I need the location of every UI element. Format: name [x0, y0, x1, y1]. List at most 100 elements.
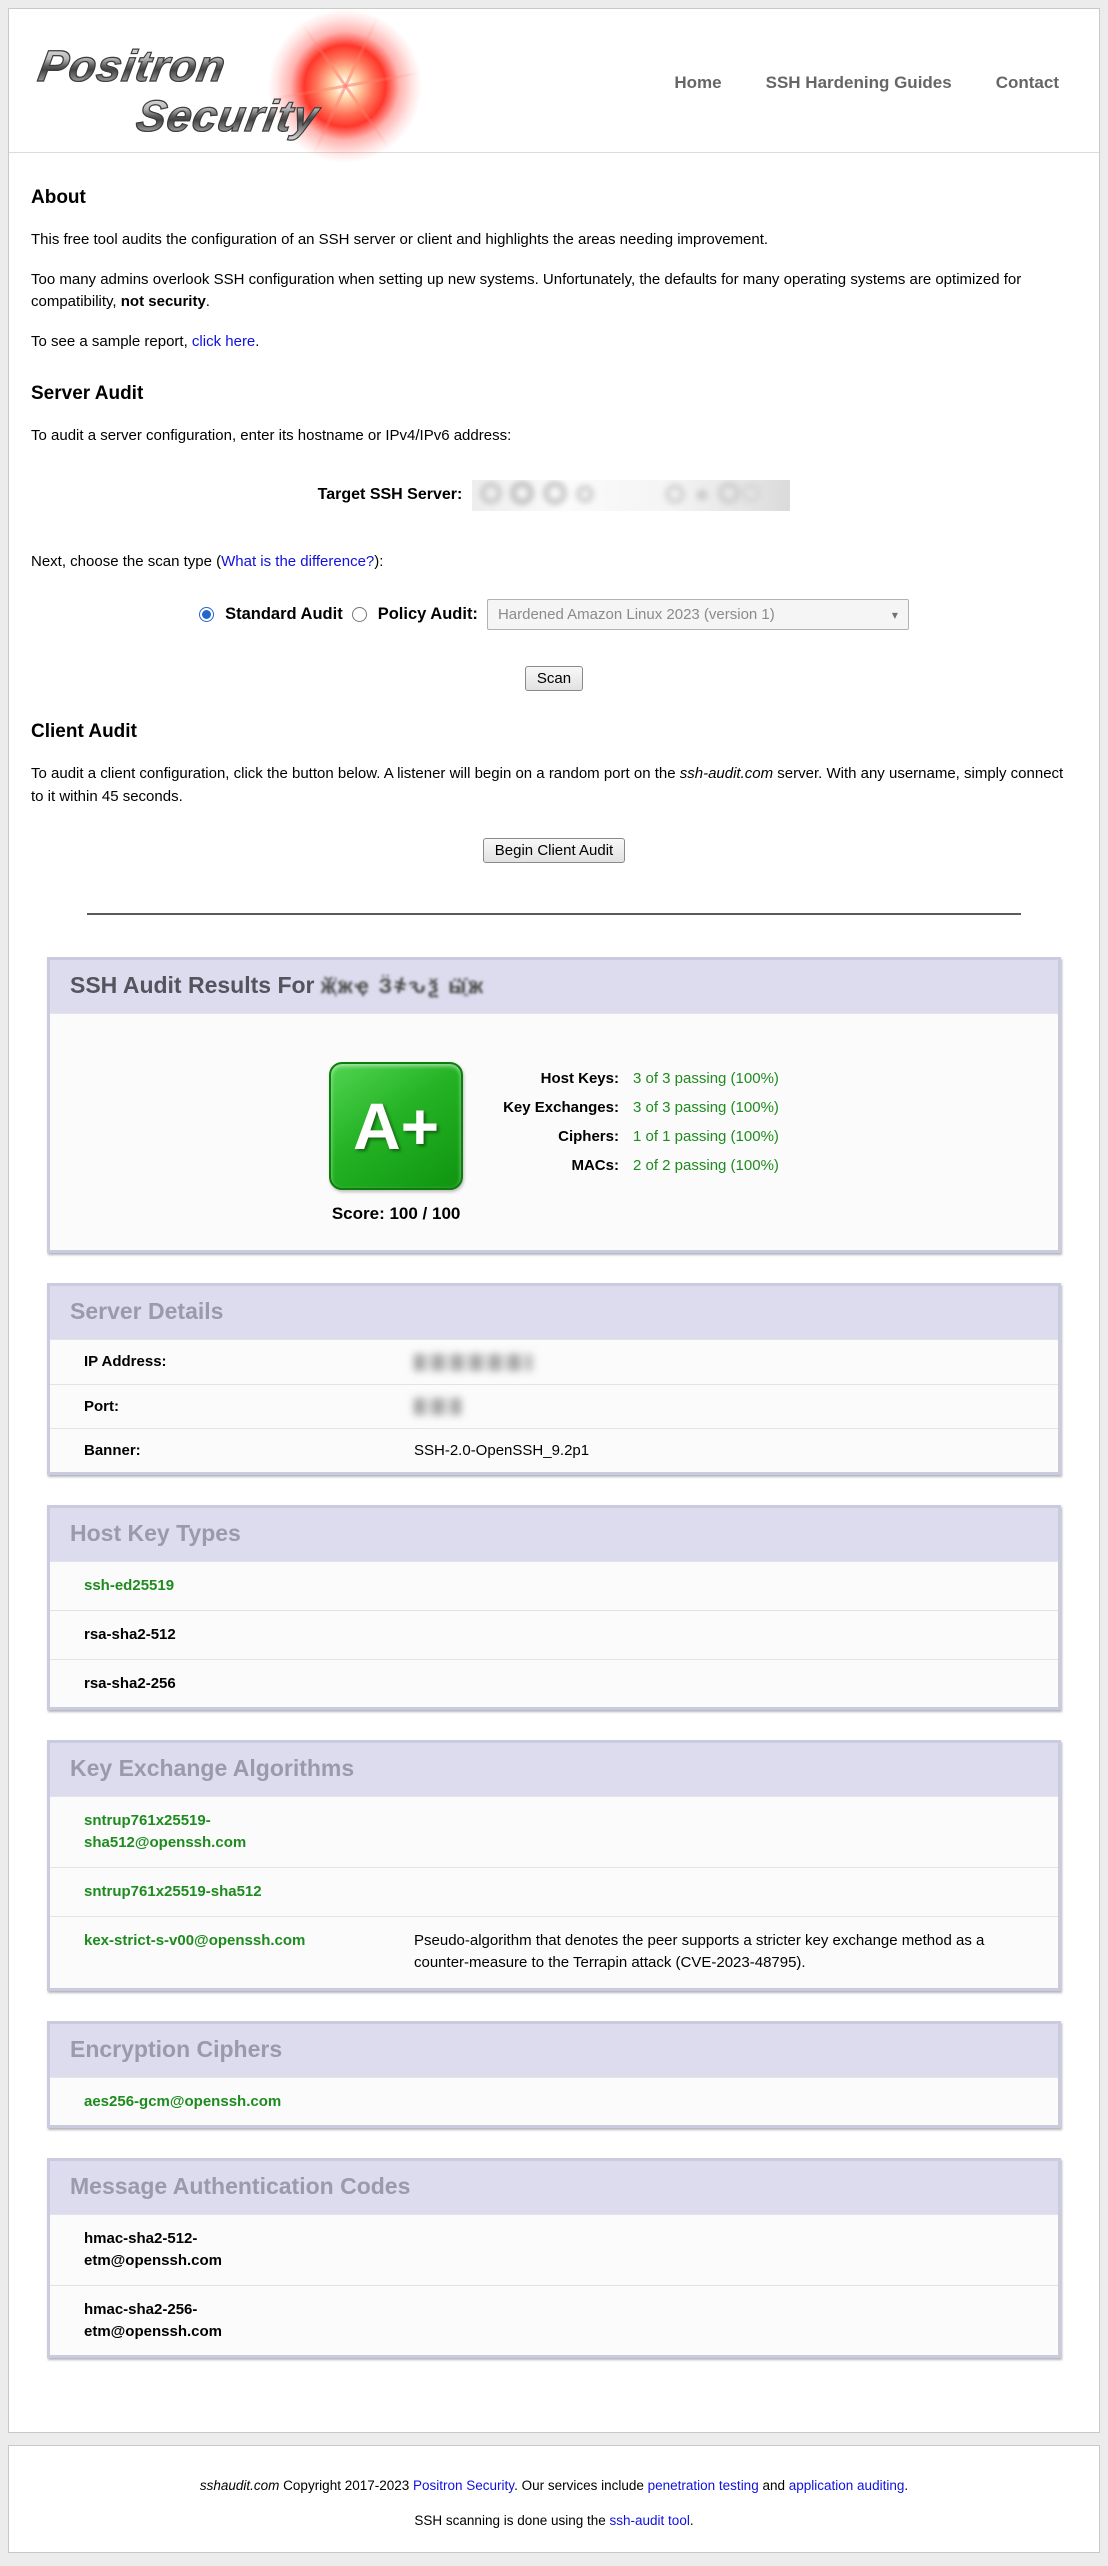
site-header: Positron Security Home SSH Hardening Gui… — [9, 9, 1099, 153]
ip-address-value — [414, 1353, 1036, 1371]
table-row: Banner: SSH-2.0-OpenSSH_9.2p1 — [50, 1428, 1058, 1472]
stat-label: MACs: — [503, 1151, 626, 1180]
stat-value: 2 of 2 passing (100%) — [626, 1151, 779, 1180]
target-server-label: Target SSH Server: — [318, 486, 463, 504]
host-key-name: rsa-sha2-512 — [84, 1624, 414, 1646]
about-paragraph-1: This free tool audits the configuration … — [31, 229, 1077, 252]
about-paragraph-2: Too many admins overlook SSH configurati… — [31, 269, 1077, 314]
site-footer: sshaudit.com Copyright 2017-2023 Positro… — [8, 2445, 1100, 2553]
results-panel-title: SSH Audit Results For ӂ҉жҿ Ӟ҂ԅѯ ӹ҈ж — [50, 960, 1058, 1013]
about-p2-bold: not security — [121, 293, 206, 310]
results-divider — [87, 913, 1021, 915]
stat-value: 1 of 1 passing (100%) — [626, 1122, 779, 1151]
redacted-port-value — [414, 1398, 461, 1415]
server-details-panel: Server Details IP Address: Port: Banner:… — [47, 1283, 1061, 1475]
table-row: IP Address: — [50, 1339, 1058, 1384]
footer-scanning-text: SSH scanning is done using the — [414, 2513, 609, 2528]
policy-select[interactable]: Hardened Amazon Linux 2023 (version 1) ▾ — [487, 599, 909, 630]
stat-value: 3 of 3 passing (100%) — [626, 1093, 779, 1122]
stat-row-key-exchanges: Key Exchanges: 3 of 3 passing (100%) — [503, 1093, 779, 1122]
footer-services-text: . Our services include — [514, 2478, 648, 2493]
scan-button[interactable]: Scan — [525, 666, 583, 691]
main-page: Positron Security Home SSH Hardening Gui… — [8, 8, 1100, 2433]
footer-line2-dot: . — [690, 2513, 694, 2528]
footer-sitename: sshaudit.com — [200, 2478, 280, 2493]
kex-algorithm-name: sntrup761x25519-sha512 — [84, 1881, 414, 1903]
banner-value: SSH-2.0-OpenSSH_9.2p1 — [414, 1442, 1036, 1459]
footer-penetration-testing-link[interactable]: penetration testing — [648, 2478, 759, 2493]
nav-home[interactable]: Home — [674, 73, 721, 93]
footer-copyright-text: Copyright 2017-2023 — [279, 2478, 413, 2493]
logo-text-security: Security — [133, 92, 323, 142]
mac-name: hmac-sha2-512- etm@openssh.com — [84, 2228, 414, 2272]
stat-label: Ciphers: — [503, 1122, 626, 1151]
stat-value: 3 of 3 passing (100%) — [626, 1064, 779, 1093]
grade-block: A+ Score: 100 / 100 — [329, 1062, 463, 1224]
redacted-ip-value — [414, 1354, 532, 1371]
nav-contact[interactable]: Contact — [996, 73, 1059, 93]
client-audit-paragraph: To audit a client configuration, click t… — [31, 763, 1077, 808]
kex-algorithm-desc — [414, 1881, 1036, 1903]
footer-application-auditing-link[interactable]: application auditing — [789, 2478, 905, 2493]
server-details-title: Server Details — [50, 1286, 1058, 1339]
ip-address-label: IP Address: — [84, 1353, 414, 1371]
nav-ssh-hardening-guides[interactable]: SSH Hardening Guides — [766, 73, 952, 93]
client-audit-text: To audit a client configuration, click t… — [31, 765, 680, 782]
stat-row-host-keys: Host Keys: 3 of 3 passing (100%) — [503, 1064, 779, 1093]
macs-panel: Message Authentication Codes hmac-sha2-5… — [47, 2158, 1061, 2358]
list-item: sntrup761x25519- sha512@openssh.com — [50, 1796, 1058, 1867]
scan-type-options-row: Standard Audit Policy Audit: Hardened Am… — [31, 599, 1077, 630]
port-value — [414, 1398, 1036, 1416]
scan-type-text: Next, choose the scan type ( — [31, 553, 221, 570]
host-key-name: rsa-sha2-256 — [84, 1673, 414, 1695]
standard-audit-label[interactable]: Standard Audit — [225, 605, 343, 624]
footer-dot: . — [904, 2478, 908, 2493]
results-title-text: SSH Audit Results For — [70, 972, 321, 998]
port-label: Port: — [84, 1398, 414, 1416]
redacted-input-value — [472, 480, 790, 511]
kex-algorithm-name: sntrup761x25519- sha512@openssh.com — [84, 1810, 414, 1854]
positron-security-logo[interactable]: Positron Security — [25, 20, 445, 146]
sample-report-link[interactable]: click here — [192, 333, 255, 350]
stat-label: Key Exchanges: — [503, 1093, 626, 1122]
score-text: Score: 100 / 100 — [329, 1204, 463, 1224]
encryption-ciphers-title: Encryption Ciphers — [50, 2024, 1058, 2077]
scan-type-paragraph: Next, choose the scan type (What is the … — [31, 551, 1077, 574]
footer-line-1: sshaudit.com Copyright 2017-2023 Positro… — [19, 2478, 1089, 2493]
footer-line-2: SSH scanning is done using the ssh-audit… — [19, 2513, 1089, 2528]
macs-title: Message Authentication Codes — [50, 2161, 1058, 2214]
grade-badge: A+ — [329, 1062, 463, 1190]
standard-audit-radio[interactable] — [199, 607, 214, 622]
footer-and-text: and — [759, 2478, 789, 2493]
client-audit-sitename: ssh-audit.com — [680, 765, 773, 782]
scan-type-difference-link[interactable]: What is the difference? — [221, 553, 374, 570]
policy-audit-label[interactable]: Policy Audit: — [378, 605, 478, 624]
about-heading: About — [31, 187, 1077, 209]
stat-label: Host Keys: — [503, 1064, 626, 1093]
results-body: A+ Score: 100 / 100 Host Keys: 3 of 3 pa… — [50, 1013, 1058, 1250]
list-item: ssh-ed25519 — [50, 1561, 1058, 1610]
stat-row-macs: MACs: 2 of 2 passing (100%) — [503, 1151, 779, 1180]
kex-algorithm-desc — [414, 1810, 1036, 1854]
mac-name: hmac-sha2-256- etm@openssh.com — [84, 2299, 414, 2343]
policy-select-value: Hardened Amazon Linux 2023 (version 1) — [498, 606, 775, 623]
list-item: hmac-sha2-512- etm@openssh.com — [50, 2214, 1058, 2285]
scan-button-row: Scan — [31, 666, 1077, 691]
footer-positron-security-link[interactable]: Positron Security — [413, 2478, 514, 2493]
table-row: Port: — [50, 1384, 1058, 1429]
scan-type-end: ): — [374, 553, 383, 570]
begin-client-audit-button[interactable]: Begin Client Audit — [483, 838, 625, 863]
policy-audit-radio[interactable] — [352, 607, 367, 622]
main-nav: Home SSH Hardening Guides Contact — [674, 73, 1059, 93]
key-exchange-title: Key Exchange Algorithms — [50, 1743, 1058, 1796]
list-item: rsa-sha2-512 — [50, 1610, 1058, 1659]
list-item: sntrup761x25519-sha512 — [50, 1867, 1058, 1916]
target-server-input[interactable] — [472, 480, 790, 511]
kex-algorithm-desc: Pseudo-algorithm that denotes the peer s… — [414, 1930, 1036, 1975]
redacted-hostname: ӂ҉жҿ Ӟ҂ԅѯ ӹ҈ж — [321, 975, 485, 998]
chevron-down-icon: ▾ — [892, 608, 898, 622]
client-audit-heading: Client Audit — [31, 721, 1077, 743]
stat-row-ciphers: Ciphers: 1 of 1 passing (100%) — [503, 1122, 779, 1151]
footer-ssh-audit-tool-link[interactable]: ssh-audit tool — [610, 2513, 690, 2528]
list-item: rsa-sha2-256 — [50, 1659, 1058, 1708]
